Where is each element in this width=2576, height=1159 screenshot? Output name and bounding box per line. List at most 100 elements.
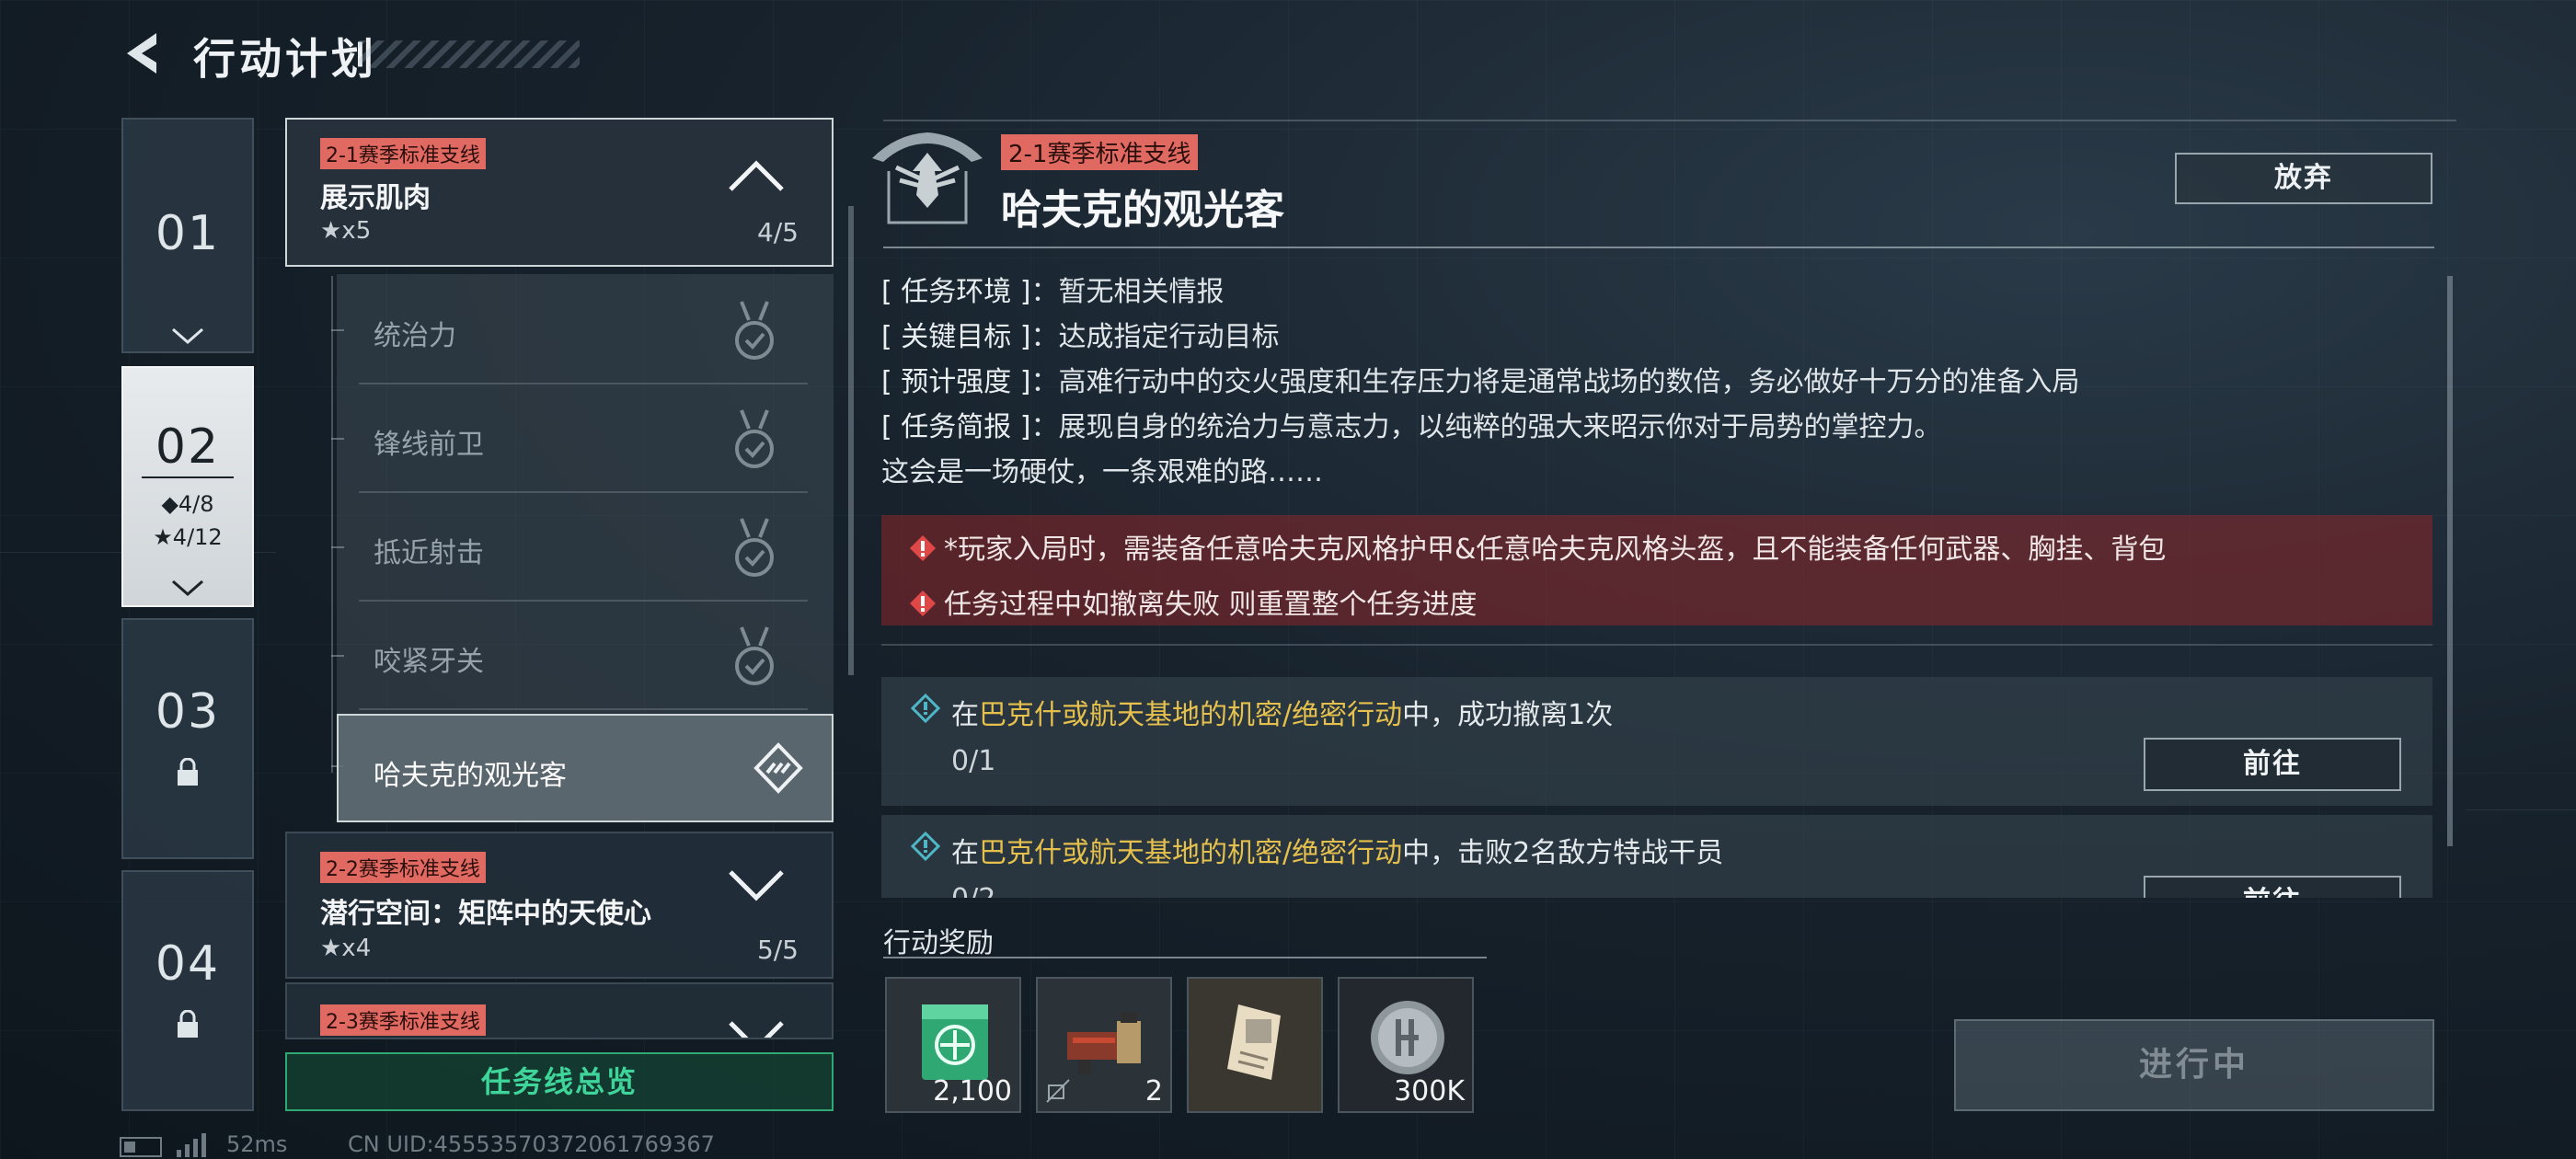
objective-pre: 在 (951, 699, 979, 731)
background-line (2466, 809, 2576, 810)
quest-card-2-2[interactable]: 2-2赛季标准支线 潜行空间：矩阵中的天使心 ★x4 5/5 (285, 832, 834, 979)
chapter-number: 04 (155, 936, 221, 992)
completed-medal-icon (735, 518, 774, 577)
reward-slot[interactable] (1187, 977, 1323, 1113)
objective-highlight: 巴克什或航天基地的机密/绝密行动 (979, 837, 1403, 869)
completed-medal-icon (735, 626, 774, 685)
objective-card: 在巴克什或航天基地的机密/绝密行动中，成功撤离1次 0/1 前往 (881, 677, 2432, 806)
chapter-tab-02[interactable]: 02 ◆4/8 ★4/12 (121, 366, 254, 607)
chevron-down-icon (172, 327, 203, 344)
objective-pre: 在 (951, 837, 979, 869)
chevron-down-icon (729, 1021, 784, 1038)
objective-text: 在巴克什或航天基地的机密/绝密行动中，击败2名敌方特战干员 (951, 830, 1723, 870)
quest-tag: 2-2赛季标准支线 (320, 852, 486, 883)
lock-icon (178, 1010, 198, 1038)
chapter-number: 02 (155, 419, 221, 475)
tree-connector (331, 438, 344, 440)
completed-medal-icon (735, 301, 774, 360)
objective-info-icon (911, 694, 940, 723)
quest-name: 展示肌肉 (320, 182, 431, 214)
reward-slot[interactable]: 300K (1338, 977, 1474, 1113)
list-scrollbar[interactable] (848, 206, 854, 675)
chapter-tab-01[interactable]: 01 (121, 118, 254, 353)
chapter-tab-04[interactable]: 04 (121, 870, 254, 1111)
green-crate-icon (922, 1004, 988, 1080)
quest-name: 潜行空间：矩阵中的天使心 (320, 898, 651, 930)
info-environment: [ 任务环境 ]：暂无相关情报 (881, 269, 1224, 309)
sub-quest-item[interactable]: 抵近射击 (359, 493, 808, 602)
warning-row: *玩家入局时，需装备任意哈夫克风格护甲&任意哈夫克风格头盔，且不能装备任何武器、… (909, 526, 2166, 567)
info-key: [ 预计强度 ] (881, 366, 1031, 398)
title-decoration (359, 40, 580, 68)
reward-count: 2 (1144, 1075, 1163, 1107)
document-item-icon (1227, 1004, 1281, 1080)
detail-scrollbar[interactable] (2447, 276, 2453, 846)
quest-overview-button[interactable]: 任务线总览 (285, 1052, 834, 1111)
chapter-tab-03[interactable]: 03 (121, 618, 254, 859)
warning-row: 任务过程中如撤离失败 则重置整个任务进度 (909, 581, 1478, 622)
sub-quest-item[interactable]: 统治力 (359, 276, 808, 384)
sub-quest-label: 哈夫克的观光客 (374, 760, 567, 792)
info-value: ：暂无相关情报 (1030, 276, 1225, 308)
sub-quest-item[interactable]: 咬紧牙关 (359, 602, 808, 710)
info-key: [ 关键目标 ] (881, 321, 1031, 353)
in-progress-button[interactable]: 进行中 (1954, 1019, 2434, 1111)
quest-stars: ★x4 (320, 935, 372, 962)
quest-progress: 4/5 (756, 217, 799, 247)
sub-quest-item-current[interactable]: 哈夫克的观光客 (337, 714, 834, 822)
reward-count: 2,100 (933, 1075, 1012, 1107)
detail-tag: 2-1赛季标准支线 (1001, 134, 1199, 170)
info-briefing: [ 任务简报 ]：展现自身的统治力与意志力，以纯粹的强大来昭示你对于局势的掌控力… (881, 404, 1941, 444)
quest-stars: ★x5 (320, 217, 372, 245)
objective-progress: 0/1 (951, 745, 996, 777)
in-progress-diamond-icon (753, 742, 803, 794)
detail-title: 哈夫克的观光客 (1001, 187, 1284, 234)
go-button[interactable]: 前往 (2144, 738, 2401, 791)
chapter-number: 03 (155, 684, 221, 740)
chapter-diamond-count: ◆4/8 (161, 491, 214, 517)
objective-card: 在巴克什或航天基地的机密/绝密行动中，击败2名敌方特战干员 0/2 前往 (881, 815, 2432, 898)
rewards-label: 行动奖励 (883, 927, 994, 959)
tree-connector (331, 329, 344, 331)
objective-text: 在巴克什或航天基地的机密/绝密行动中，成功撤离1次 (951, 692, 1613, 732)
page-title: 行动计划 (193, 34, 377, 84)
sub-quest-label: 统治力 (374, 320, 456, 352)
silver-coin-icon (1371, 1001, 1444, 1074)
info-key: [ 任务简报 ] (881, 411, 1031, 443)
warning-icon (910, 591, 936, 616)
objective-highlight: 巴克什或航天基地的机密/绝密行动 (979, 699, 1403, 731)
objectives-list[interactable]: 在巴克什或航天基地的机密/绝密行动中，成功撤离1次 0/1 前往 在巴克什或航天… (881, 648, 2432, 898)
back-arrow-icon[interactable] (118, 28, 169, 79)
lock-icon (178, 758, 198, 786)
objective-progress: 0/2 (951, 883, 995, 898)
quest-card-2-1[interactable]: 2-1赛季标准支线 展示肌肉 ★x5 4/5 (285, 118, 834, 267)
go-button[interactable]: 前往 (2144, 876, 2401, 898)
sub-quest-item[interactable]: 锋线前卫 (359, 384, 808, 493)
info-value: ：展现自身的统治力与意志力，以纯粹的强大来昭示你对于局势的掌控力。 (1030, 411, 1942, 443)
info-value: ：达成指定行动目标 (1030, 321, 1280, 353)
quest-progress: 5/5 (756, 935, 799, 965)
untradable-icon (1046, 1079, 1070, 1103)
reward-slot[interactable]: 2 (1036, 977, 1172, 1113)
chevron-up-icon (729, 160, 784, 191)
info-intensity: [ 预计强度 ]：高难行动中的交火强度和生存压力将是通常战场的数倍，务必做好十万… (881, 359, 2079, 399)
tree-connector (331, 546, 344, 548)
objective-post: 中，成功撤离1次 (1402, 699, 1614, 731)
sub-quest-label: 抵近射击 (374, 537, 484, 569)
quest-card-2-3[interactable]: 2-3赛季标准支线 (285, 982, 834, 1039)
info-key-objective: [ 关键目标 ]：达成指定行动目标 (881, 314, 1279, 354)
detail-tagline: 这会是一场硬仗，一条艰难的路…… (881, 456, 1323, 488)
abandon-button[interactable]: 放弃 (2175, 153, 2432, 204)
battery-icon (120, 1137, 162, 1157)
reward-count: 300K (1394, 1075, 1465, 1107)
eagle-emblem-icon (872, 132, 983, 224)
warning-text: 任务过程中如撤离失败 则重置整个任务进度 (944, 589, 1478, 621)
completed-medal-icon (735, 409, 774, 468)
chevron-down-icon (172, 580, 203, 596)
chapter-underline (142, 476, 234, 478)
chapter-number: 01 (155, 206, 221, 261)
panel-top-rule (883, 120, 2456, 121)
quest-tag: 2-1赛季标准支线 (320, 138, 486, 169)
reward-slot[interactable]: 2,100 (885, 977, 1021, 1113)
ping-text: 52ms (226, 1131, 288, 1157)
